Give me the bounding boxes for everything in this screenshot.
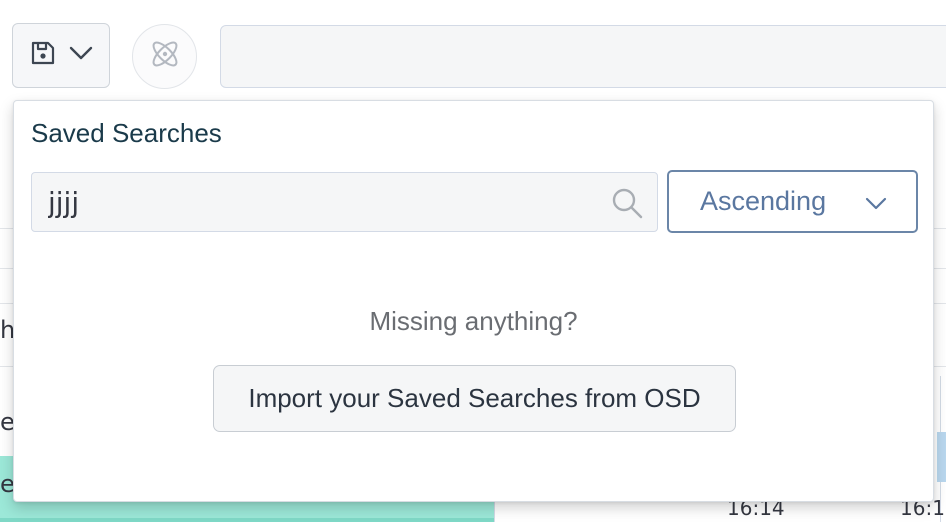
sort-order-label: Ascending (700, 186, 827, 216)
chevron-down-icon (864, 194, 888, 212)
atom-icon (148, 37, 182, 76)
table-row-highlight-edge (0, 518, 494, 522)
import-saved-searches-button[interactable]: Import your Saved Searches from OSD (213, 365, 736, 432)
sort-order-select[interactable]: Ascending (667, 170, 918, 233)
floppy-disk-icon (29, 39, 57, 72)
ai-assistant-button[interactable] (132, 24, 197, 89)
chevron-down-icon (69, 45, 93, 66)
saved-search-filter (31, 172, 658, 232)
search-icon[interactable] (610, 186, 644, 220)
popover-title: Saved Searches (31, 118, 222, 148)
query-input[interactable] (220, 25, 946, 88)
histogram-bar (937, 432, 946, 482)
saved-searches-button[interactable] (12, 23, 110, 88)
saved-searches-popover: Saved Searches Ascending Missing anythin… (13, 100, 934, 502)
saved-search-filter-input[interactable] (32, 173, 657, 231)
empty-state-message: Missing anything? (369, 306, 578, 336)
